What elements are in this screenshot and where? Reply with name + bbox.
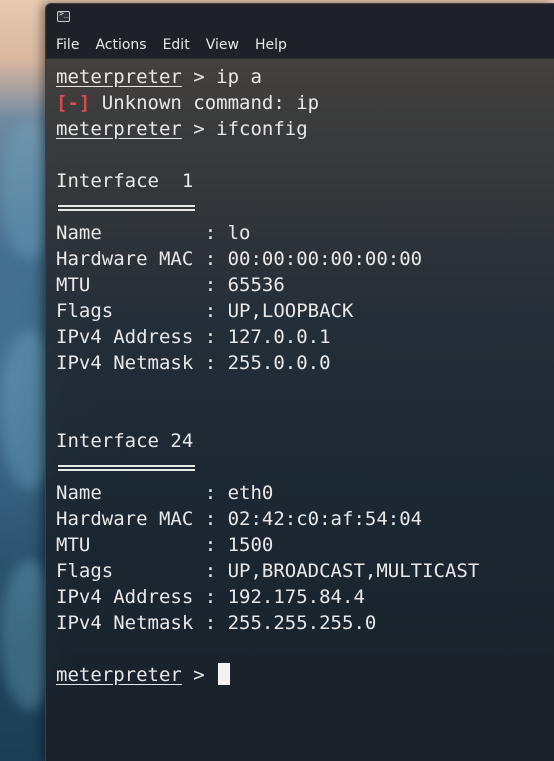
interface-row: IPv4 Netmask : 255.255.255.0 (56, 610, 554, 636)
row-value: UP,BROADCAST,MULTICAST (227, 560, 480, 582)
command-text: ip a (216, 66, 262, 88)
interface-row: Hardware MAC : 02:42:c0:af:54:04 (56, 506, 554, 532)
row-value: lo (227, 222, 251, 244)
interface-header: Interface 1 (56, 170, 194, 192)
header-underline (56, 454, 554, 480)
row-value: 192.175.84.4 (227, 586, 365, 608)
row-value: 02:42:c0:af:54:04 (227, 508, 423, 530)
header-underline (56, 194, 554, 220)
row-key: IPv4 Netmask (56, 352, 205, 374)
terminal-icon: >_ (57, 9, 70, 22)
row-separator: : (204, 560, 228, 582)
title-bar[interactable]: >_ (46, 4, 554, 31)
error-line: [-] Unknown command: ip (56, 90, 554, 116)
row-value: UP,LOOPBACK (227, 300, 354, 322)
menu-actions[interactable]: Actions (95, 37, 146, 53)
row-separator: : (204, 508, 228, 530)
interface-row: Name : lo (56, 220, 554, 246)
interface-row: MTU : 65536 (56, 272, 554, 298)
row-separator: : (204, 482, 228, 504)
active-prompt-line[interactable]: meterpreter > (56, 662, 554, 688)
row-separator: : (204, 248, 228, 270)
menu-help[interactable]: Help (255, 37, 287, 53)
row-separator: : (204, 300, 228, 322)
interface-row: Flags : UP,BROADCAST,MULTICAST (56, 558, 554, 584)
row-value: 1500 (227, 534, 274, 556)
row-value: 00:00:00:00:00:00 (227, 248, 423, 270)
row-value: 65536 (227, 274, 285, 296)
command-line: meterpreter > ip a (56, 64, 554, 90)
row-separator: : (204, 326, 228, 348)
row-key: Name (56, 482, 205, 504)
error-tag: [-] (56, 92, 91, 114)
row-separator: : (204, 274, 228, 296)
row-key: Name (56, 222, 205, 244)
command-text: ifconfig (216, 118, 308, 140)
menu-view[interactable]: View (206, 37, 239, 53)
row-value: 255.0.0.0 (227, 352, 331, 374)
row-key: Hardware MAC (56, 248, 205, 270)
row-key: IPv4 Address (56, 326, 205, 348)
terminal-output[interactable]: meterpreter > ip a [-] Unknown command: … (46, 59, 554, 761)
row-value: 127.0.0.1 (227, 326, 331, 348)
interface-row: IPv4 Netmask : 255.0.0.0 (56, 350, 554, 376)
prompt-suffix: > (181, 66, 217, 88)
row-value: 255.255.255.0 (227, 612, 377, 634)
row-key: Flags (56, 300, 205, 322)
row-key: IPv4 Netmask (56, 612, 205, 634)
interface-row: Flags : UP,LOOPBACK (56, 298, 554, 324)
row-key: MTU (56, 274, 205, 296)
error-message: Unknown command: ip (90, 92, 320, 114)
menu-file[interactable]: File (56, 37, 79, 53)
row-value: eth0 (227, 482, 274, 504)
interface-row: Name : eth0 (56, 480, 554, 506)
menu-edit[interactable]: Edit (163, 37, 190, 53)
row-separator: : (204, 612, 228, 634)
prompt-suffix: > (181, 118, 217, 140)
row-key: MTU (56, 534, 205, 556)
prompt-label: meterpreter (56, 118, 182, 140)
command-line: meterpreter > ifconfig (56, 116, 554, 142)
interface-row: IPv4 Address : 192.175.84.4 (56, 584, 554, 610)
interface-row: MTU : 1500 (56, 532, 554, 558)
row-separator: : (204, 352, 228, 374)
row-key: IPv4 Address (56, 586, 205, 608)
row-separator: : (204, 586, 228, 608)
terminal-window[interactable]: >_ File Actions Edit View Help meterpret… (45, 3, 554, 761)
row-separator: : (204, 222, 228, 244)
prompt-label: meterpreter (56, 66, 182, 88)
row-separator: : (204, 534, 228, 556)
interface-row: Hardware MAC : 00:00:00:00:00:00 (56, 246, 554, 272)
interface-header: Interface 24 (56, 430, 194, 452)
terminal-icon-glyph: >_ (59, 9, 69, 18)
row-key: Hardware MAC (56, 508, 205, 530)
menu-bar: File Actions Edit View Help (46, 31, 554, 59)
interface-row: IPv4 Address : 127.0.0.1 (56, 324, 554, 350)
row-key: Flags (56, 560, 205, 582)
text-cursor (218, 663, 231, 685)
prompt-label: meterpreter (56, 664, 182, 686)
prompt-suffix: > (181, 664, 217, 686)
